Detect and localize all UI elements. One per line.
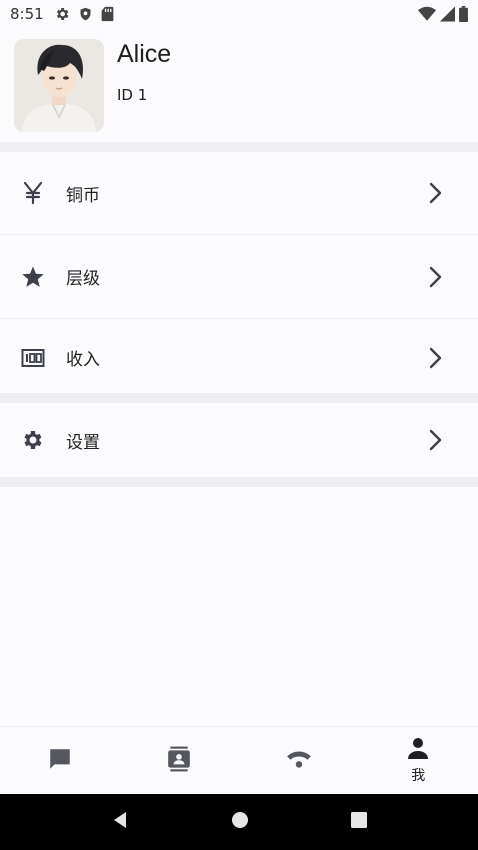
chevron-right-icon <box>429 429 442 451</box>
status-left-icons <box>54 6 114 22</box>
system-nav-bar <box>0 794 478 850</box>
menu-label-income: 收入 <box>66 350 100 370</box>
person-icon <box>406 737 430 763</box>
nav-tab-me[interactable]: 我 <box>359 727 478 794</box>
nav-tab-messages[interactable] <box>0 727 120 794</box>
nav-label-me: 我 <box>411 767 426 784</box>
menu-item-level[interactable]: 层级 <box>0 235 478 319</box>
signal-icon <box>440 6 455 22</box>
bottom-nav: 我 <box>0 726 478 794</box>
profile-header[interactable]: Alice ID 1 <box>0 30 478 142</box>
chevron-right-icon <box>429 266 442 287</box>
chevron-right-icon <box>429 182 442 204</box>
profile-name: Alice <box>117 40 172 68</box>
section-divider <box>0 393 478 403</box>
chevron-right-icon <box>429 347 442 368</box>
section-divider <box>0 142 478 152</box>
battery-icon <box>459 6 468 22</box>
gear-icon <box>54 6 70 22</box>
menu-item-settings[interactable]: 设置 <box>0 403 478 477</box>
wifi-icon <box>286 746 312 776</box>
chat-icon <box>47 746 73 776</box>
contacts-icon <box>166 746 192 776</box>
menu-item-income[interactable]: 收入 <box>0 319 478 396</box>
menu-group-main: 铜币 层级 收入 <box>0 152 478 396</box>
profile-id: ID 1 <box>117 86 148 104</box>
status-bar: 8:51 <box>0 0 478 28</box>
wifi-icon <box>418 6 436 22</box>
menu-label-coins: 铜币 <box>66 185 100 206</box>
menu-label-settings: 设置 <box>66 432 100 453</box>
home-icon[interactable] <box>230 810 250 834</box>
shield-icon <box>78 6 93 22</box>
back-icon[interactable] <box>110 810 130 834</box>
yen-icon <box>20 180 46 206</box>
counter-icon <box>20 345 46 371</box>
status-time: 8:51 <box>10 5 44 23</box>
star-icon <box>20 264 46 290</box>
section-divider <box>0 477 478 487</box>
menu-item-coins[interactable]: 铜币 <box>0 152 478 235</box>
nav-tab-contacts[interactable] <box>120 727 240 794</box>
menu-label-level: 层级 <box>66 269 100 289</box>
sd-card-icon <box>101 6 114 22</box>
recents-icon[interactable] <box>350 811 368 833</box>
nav-tab-wifi[interactable] <box>239 727 359 794</box>
avatar[interactable] <box>14 39 104 132</box>
menu-group-settings: 设置 <box>0 403 478 477</box>
status-right-icons <box>418 6 468 22</box>
gear-icon <box>20 427 46 453</box>
